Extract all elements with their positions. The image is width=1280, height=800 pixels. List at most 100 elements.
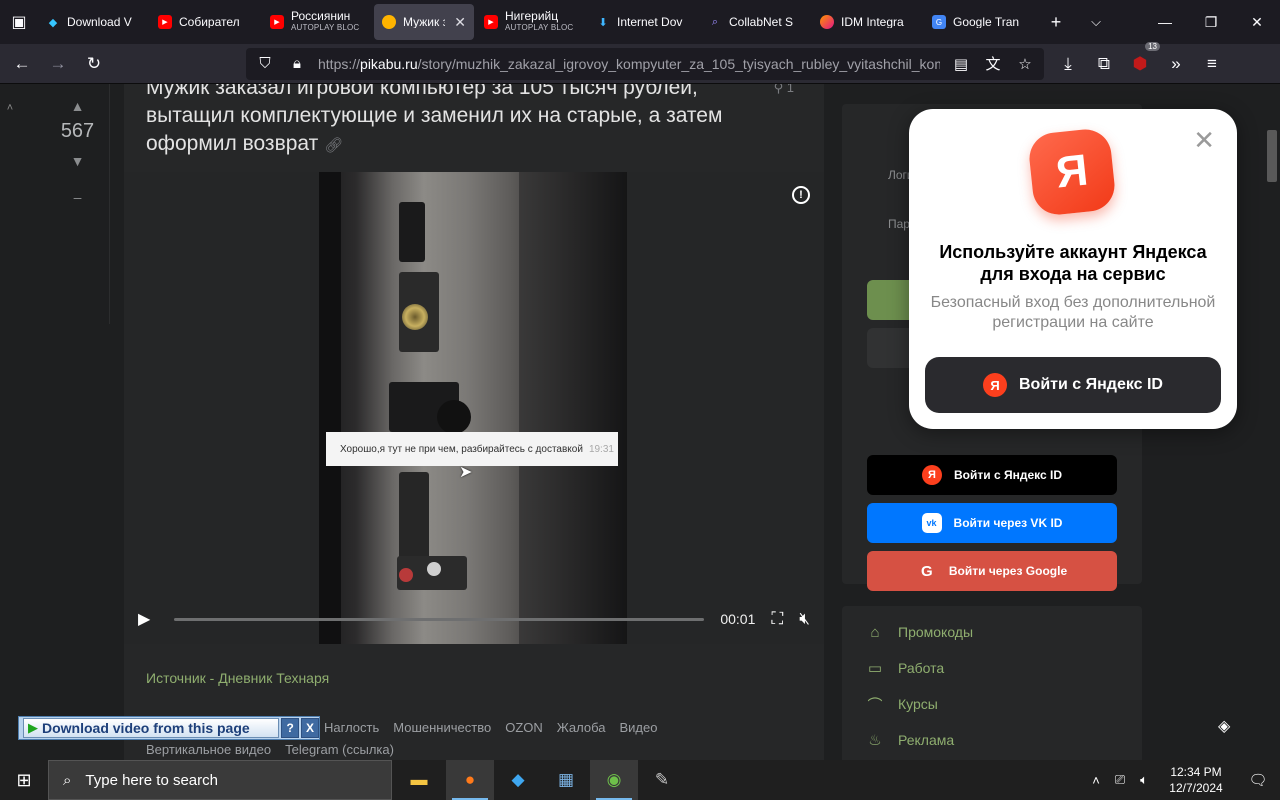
video-progress-bar[interactable] [174,617,705,621]
translate-icon[interactable]: 文 [982,53,1004,74]
close-icon[interactable]: ✕ [1193,127,1215,153]
back-arrow-icon[interactable]: ← [4,48,40,80]
bookmark-star-icon[interactable]: ☆ [1014,55,1036,73]
sidebar-menu-item[interactable]: ♨ Реклама [866,722,1142,758]
tab-8[interactable]: G Google Tran [924,4,1034,40]
tag-link[interactable]: OZON [505,720,543,735]
idm-download-video-button[interactable]: ▶ Download video from this page [23,718,280,738]
vk-id-login-button[interactable]: vk Войти через VK ID [867,503,1117,543]
sidebar-menu: ⌂ Промокоды ▭ Работа ⌒ Курсы ♨ Реклама [842,606,1142,760]
overflow-chevrons-icon[interactable]: » [1158,48,1194,80]
tab-title: CollabNet S [729,16,794,28]
reload-icon[interactable]: ↻ [76,48,112,80]
video-frame[interactable] [319,172,627,644]
flame-icon: ♨ [868,732,882,749]
close-tab-icon[interactable]: ✕ [454,14,466,31]
forward-arrow-icon[interactable]: → [40,48,76,80]
muted-speaker-icon[interactable]: 🔇︎ [799,609,810,629]
video-caption-text: Хорошо,я тут не при чем, разбирайтесь с … [340,443,583,455]
tab-title: IDM Integra [841,16,904,28]
link-chain-icon[interactable]: 🔗︎ [324,137,343,154]
volume-muted-icon[interactable]: 🔈︎ [1132,772,1156,788]
youtube-icon: ▶ [270,15,284,29]
taskbar-clock[interactable]: 12:34 PM 12/7/2024 [1156,764,1236,796]
extension-badge: 13 [1145,41,1160,51]
tab-5[interactable]: ⬇ Internet Dov [588,4,698,40]
tracking-protection-shield-icon[interactable]: ⛉ [254,55,276,72]
sidebar-menu-item[interactable]: ⌒ Курсы [866,686,1142,722]
windows-start-icon[interactable]: ⊞ [0,760,48,800]
google-login-button[interactable]: G Войти через Google [867,551,1117,591]
collabnet-icon: ⌕ [711,15,719,28]
paint-app-icon[interactable]: ✎ [638,760,686,800]
play-triangle-icon: ▶ [28,720,38,735]
paint-bucket-icon[interactable]: ◈ [1218,716,1230,736]
close-window-button[interactable]: ✕ [1234,0,1280,44]
sidebar-menu-label: Реклама [898,732,955,748]
firefox-taskbar-icon[interactable]: ● [446,760,494,800]
notification-center-icon[interactable]: 🗨︎ [1236,771,1280,789]
video-time: 00:01 [720,611,756,627]
report-exclamation-icon[interactable]: ! [792,186,810,204]
restore-button[interactable]: ❐ [1188,0,1234,44]
tab-3[interactable]: Мужик з ✕ [374,4,474,40]
tab-0[interactable]: ◆ Download V [38,4,148,40]
visual-studio-code-icon[interactable]: ◆ [494,760,542,800]
sidebar-menu-item[interactable]: ▭ Работа [866,650,1142,686]
downloads-icon[interactable]: ⤓ [1050,48,1086,80]
story-title[interactable]: Мужик заказал игровой компьютер за 105 т… [146,84,756,160]
tab-1[interactable]: ▶ Собирател [150,4,260,40]
tab-2[interactable]: ▶ Россиянин AUTOPLAY BLOC [262,4,372,40]
tabs-container: ◆ Download V ▶ Собирател ▶ Россиянин AUTOPLAY … [38,4,1036,40]
new-tab-button[interactable]: + [1036,0,1076,44]
play-icon[interactable]: ▶ [138,609,158,629]
tag-link[interactable]: Наглость [324,720,379,735]
yandex-id-popup-button[interactable]: Я Войти с Яндекс ID [925,357,1221,413]
tag-link[interactable]: Жалоба [557,720,606,735]
tag-link[interactable]: Видео [619,720,657,735]
sidebar-menu-item[interactable]: ⌂ Промокоды [866,614,1142,650]
fullscreen-icon[interactable]: ⛶ [771,609,783,629]
tab-list-icon[interactable]: ▣ [0,0,38,44]
tab-7[interactable]: IDM Integra [812,4,922,40]
downvote-arrow-icon[interactable]: ▼ [46,153,109,169]
collapse-rail-caret-icon[interactable]: ˄ [0,84,20,760]
upvote-arrow-icon[interactable]: ▲ [46,98,109,114]
tag-link[interactable]: Telegram (ссылка) [285,742,394,757]
vk-logo-icon: vk [921,513,942,533]
ublock-extension-icon[interactable]: ⬢ 13 [1122,41,1160,80]
video-app-icon[interactable]: ▦ [542,760,590,800]
extensions-puzzle-icon[interactable]: ⧉ [1086,48,1122,80]
lock-icon[interactable]: 🔒︎ [286,55,308,72]
video-player[interactable]: Хорошо,я тут не при чем, разбирайтесь с … [124,172,824,644]
idm-close-button[interactable]: X [301,718,319,738]
network-icon[interactable]: ⎚ [1108,772,1132,788]
tag-link[interactable]: Мошенничество [393,720,491,735]
pikabu-icon [382,15,396,29]
sidebar-menu-label: Курсы [898,696,938,712]
tab-4[interactable]: ▶ Нигерийц AUTOPLAY BLOC [476,4,586,40]
tab-6[interactable]: ⌕ CollabNet S [700,4,810,40]
tab-title: Download V [67,16,132,28]
url-text[interactable]: https://pikabu.ru/story/muzhik_zakazal_i… [318,56,940,72]
address-bar[interactable]: ⛉ 🔒︎ https://pikabu.ru/story/muzhik_zaka… [246,47,1044,80]
tray-chevron-icon[interactable]: ˄ [1084,773,1108,788]
file-explorer-icon[interactable]: ▬ [392,760,446,800]
idm-help-button[interactable]: ? [281,718,300,738]
rating-dash: – [73,189,82,205]
reader-view-icon[interactable]: ▤ [950,55,972,73]
page-scrollbar[interactable] [1264,84,1280,760]
minimize-button[interactable]: — [1142,0,1188,44]
google-g-icon: G [921,562,933,580]
taskbar-search[interactable]: ⌕ Type here to search [48,760,392,800]
hamburger-menu-icon[interactable]: ≡ [1194,48,1230,80]
tag-link[interactable]: Вертикальное видео [146,742,271,757]
idm-download-panel: ▶ Download video from this page ? X [18,716,320,740]
pin-icon[interactable]: ⚲ 1 [774,84,794,96]
mouse-cursor-icon: ➤ [459,464,473,481]
idm-taskbar-icon[interactable]: ◉ [590,760,638,800]
list-all-tabs-chevron-icon[interactable]: ⌵ [1076,0,1116,44]
source-link[interactable]: Источник - Дневник Технаря [146,670,329,686]
yandex-id-login-button[interactable]: Я Войти с Яндекс ID [867,455,1117,495]
scrollbar-thumb[interactable] [1267,130,1277,182]
